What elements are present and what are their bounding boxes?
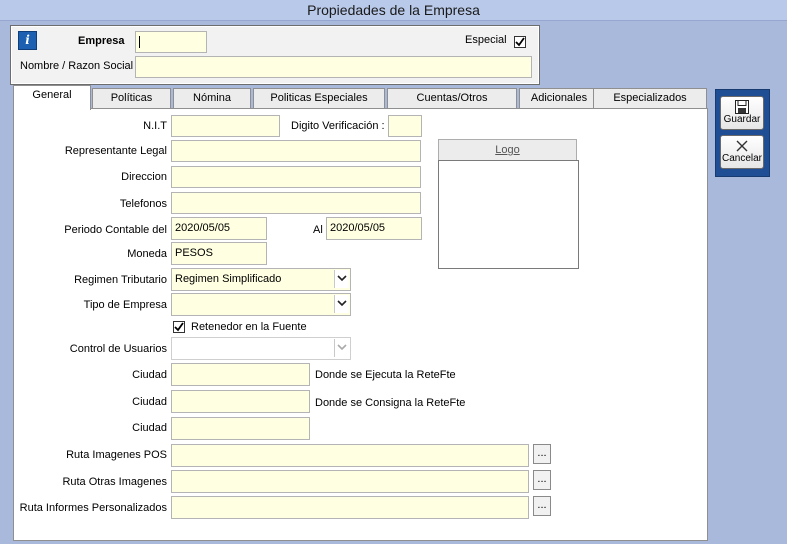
guardar-label: Guardar bbox=[723, 114, 761, 125]
empresa-input[interactable] bbox=[135, 31, 207, 53]
nombre-label: Nombre / Razon Social bbox=[20, 60, 134, 72]
text-caret bbox=[139, 36, 140, 48]
logo-image-box[interactable] bbox=[438, 160, 579, 269]
save-icon bbox=[735, 100, 749, 114]
especial-checkbox[interactable] bbox=[514, 36, 526, 48]
representante-label: Representante Legal bbox=[64, 145, 167, 157]
chevron-down-icon[interactable] bbox=[334, 295, 349, 313]
periodo-desde-input[interactable]: 2020/05/05 bbox=[171, 217, 267, 240]
empresa-label: Empresa bbox=[78, 35, 125, 47]
check-icon bbox=[515, 37, 525, 47]
chevron-down-icon[interactable] bbox=[334, 270, 349, 288]
tab-general[interactable]: General bbox=[13, 85, 91, 110]
tab-strip: General Políticas Nómina Politicas Espec… bbox=[13, 85, 709, 110]
telefonos-input[interactable] bbox=[171, 192, 421, 214]
moneda-label: Moneda bbox=[127, 248, 167, 260]
ruta-informes-browse-button[interactable]: ... bbox=[533, 496, 551, 516]
tab-adicionales[interactable]: Adicionales bbox=[519, 88, 599, 108]
ciudad-ejecuta-label: Ciudad bbox=[132, 369, 167, 381]
tab-cuentas-otros[interactable]: Cuentas/Otros bbox=[387, 88, 517, 108]
info-icon[interactable]: i bbox=[18, 31, 37, 50]
close-icon bbox=[736, 140, 748, 152]
tab-nomina[interactable]: Nómina bbox=[173, 88, 251, 108]
ruta-otras-browse-button[interactable]: ... bbox=[533, 470, 551, 490]
tipo-select[interactable] bbox=[171, 293, 351, 316]
ciudad-consigna-input[interactable] bbox=[171, 390, 310, 413]
retenedor-label: Retenedor en la Fuente bbox=[191, 321, 307, 333]
check-icon bbox=[174, 322, 184, 332]
ruta-otras-input[interactable] bbox=[171, 470, 529, 493]
nit-input[interactable] bbox=[171, 115, 280, 137]
window-title: Propiedades de la Empresa bbox=[0, 0, 787, 21]
regimen-select[interactable]: Regimen Simplificado bbox=[171, 268, 351, 291]
periodo-hasta-input[interactable]: 2020/05/05 bbox=[326, 217, 422, 240]
ruta-pos-browse-button[interactable]: ... bbox=[533, 444, 551, 464]
tab-especializados[interactable]: Especializados bbox=[593, 88, 707, 108]
tab-politicas-especiales[interactable]: Politicas Especiales bbox=[253, 88, 385, 108]
actions-panel: Guardar Cancelar bbox=[715, 89, 770, 177]
regimen-label: Regimen Tributario bbox=[74, 274, 167, 286]
ciudad-input[interactable] bbox=[171, 417, 310, 440]
representante-input[interactable] bbox=[171, 140, 421, 162]
ciudad-consigna-label: Ciudad bbox=[132, 396, 167, 408]
ciudad-ejecuta-hint: Donde se Ejecuta la ReteFte bbox=[315, 369, 456, 381]
moneda-input[interactable]: PESOS bbox=[171, 242, 267, 265]
direccion-input[interactable] bbox=[171, 166, 421, 188]
periodo-label: Periodo Contable del bbox=[64, 224, 167, 236]
especial-label: Especial bbox=[465, 34, 507, 46]
ciudad-ejecuta-input[interactable] bbox=[171, 363, 310, 386]
chevron-down-icon[interactable] bbox=[334, 339, 349, 357]
ruta-pos-label: Ruta Imagenes POS bbox=[66, 449, 167, 461]
al-label: Al bbox=[313, 224, 323, 236]
ciudad-consigna-hint: Donde se Consigna la ReteFte bbox=[315, 397, 466, 409]
ruta-otras-label: Ruta Otras Imagenes bbox=[62, 476, 167, 488]
control-usuarios-select[interactable] bbox=[171, 337, 351, 360]
nombre-input[interactable] bbox=[135, 56, 532, 78]
ruta-informes-input[interactable] bbox=[171, 496, 529, 519]
ruta-pos-input[interactable] bbox=[171, 444, 529, 467]
cancelar-label: Cancelar bbox=[721, 153, 763, 164]
tipo-label: Tipo de Empresa bbox=[83, 299, 167, 311]
ruta-informes-label: Ruta Informes Personalizados bbox=[19, 502, 167, 514]
guardar-button[interactable]: Guardar bbox=[720, 96, 764, 130]
digito-input[interactable] bbox=[388, 115, 422, 137]
retenedor-checkbox[interactable] bbox=[173, 321, 185, 333]
logo-button[interactable]: Logo bbox=[438, 139, 577, 161]
control-usuarios-label: Control de Usuarios bbox=[69, 343, 167, 355]
ciudad-label: Ciudad bbox=[132, 422, 167, 434]
direccion-label: Direccion bbox=[121, 171, 167, 183]
telefonos-label: Telefonos bbox=[119, 198, 167, 210]
cancelar-button[interactable]: Cancelar bbox=[720, 135, 764, 169]
nit-label: N.I.T bbox=[143, 120, 167, 132]
tab-politicas[interactable]: Políticas bbox=[92, 88, 171, 108]
digito-label: Digito Verificación : bbox=[291, 120, 385, 132]
